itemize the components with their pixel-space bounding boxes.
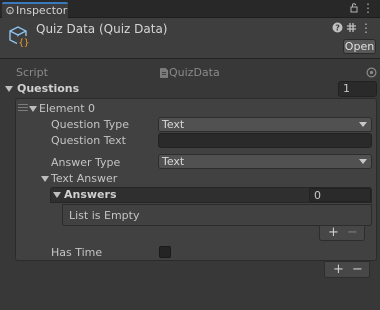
- dropdown-caret-icon: [359, 159, 367, 164]
- questions-add-button[interactable]: +: [333, 263, 344, 277]
- script-label: Script: [16, 66, 48, 79]
- list-empty-text: List is Empty: [69, 209, 140, 222]
- has-time-checkbox[interactable]: [159, 246, 171, 258]
- questions-label[interactable]: Questions: [17, 82, 79, 95]
- object-title: Quiz Data (Quiz Data): [36, 22, 168, 36]
- preset-icon[interactable]: [345, 22, 357, 34]
- questions-foldout-arrow[interactable]: [5, 86, 13, 92]
- answers-add-button[interactable]: +: [328, 226, 339, 240]
- answer-type-dropdown[interactable]: Text: [158, 154, 372, 169]
- question-type-label: Question Type: [51, 118, 129, 131]
- question-type-dropdown[interactable]: Text: [158, 117, 372, 132]
- answers-foldout-arrow[interactable]: [53, 192, 61, 198]
- script-file-icon: [160, 68, 168, 78]
- answers-label[interactable]: Answers: [64, 188, 117, 201]
- tab-bar: Inspector ⋮: [0, 0, 380, 18]
- script-field: QuizData: [158, 65, 362, 80]
- questions-add-remove: + −: [324, 261, 370, 278]
- lock-icon[interactable]: [348, 2, 360, 14]
- help-icon[interactable]: ?: [331, 22, 343, 34]
- questions-size-field[interactable]: 1: [338, 81, 377, 97]
- lock-info-icon: [6, 6, 14, 15]
- open-button[interactable]: Open: [343, 39, 376, 54]
- svg-text:{}: {}: [19, 39, 30, 49]
- answer-type-label: Answer Type: [51, 156, 121, 169]
- has-time-label: Has Time: [51, 246, 103, 259]
- script-value: QuizData: [169, 66, 220, 79]
- text-answer-label[interactable]: Text Answer: [51, 172, 117, 185]
- more-options-icon[interactable]: ⋮: [362, 2, 374, 14]
- answers-size-field[interactable]: 0: [309, 188, 371, 202]
- element-foldout-arrow[interactable]: [29, 106, 37, 112]
- text-answer-foldout-arrow[interactable]: [41, 176, 49, 182]
- tab-label: Inspector: [16, 4, 68, 17]
- answer-type-value: Text: [162, 155, 185, 168]
- object-picker-icon[interactable]: [366, 67, 377, 78]
- answers-remove-button[interactable]: −: [347, 226, 358, 240]
- question-text-input[interactable]: [158, 133, 372, 148]
- answers-add-remove: + −: [319, 225, 365, 241]
- inspector-header: {} Quiz Data (Quiz Data) ? ⋮ Open: [0, 18, 380, 59]
- questions-remove-button[interactable]: −: [352, 263, 363, 277]
- kebab-menu-icon[interactable]: ⋮: [360, 22, 372, 34]
- svg-text:?: ?: [335, 24, 340, 33]
- drag-handle-icon[interactable]: [18, 104, 28, 111]
- answers-list-body: List is Empty: [62, 204, 372, 226]
- element-label[interactable]: Element 0: [39, 102, 95, 115]
- tab-inspector[interactable]: Inspector: [2, 2, 68, 18]
- question-text-label: Question Text: [51, 134, 126, 147]
- scriptable-object-icon: {}: [9, 26, 30, 49]
- question-type-value: Text: [162, 118, 185, 131]
- dropdown-caret-icon: [359, 122, 367, 127]
